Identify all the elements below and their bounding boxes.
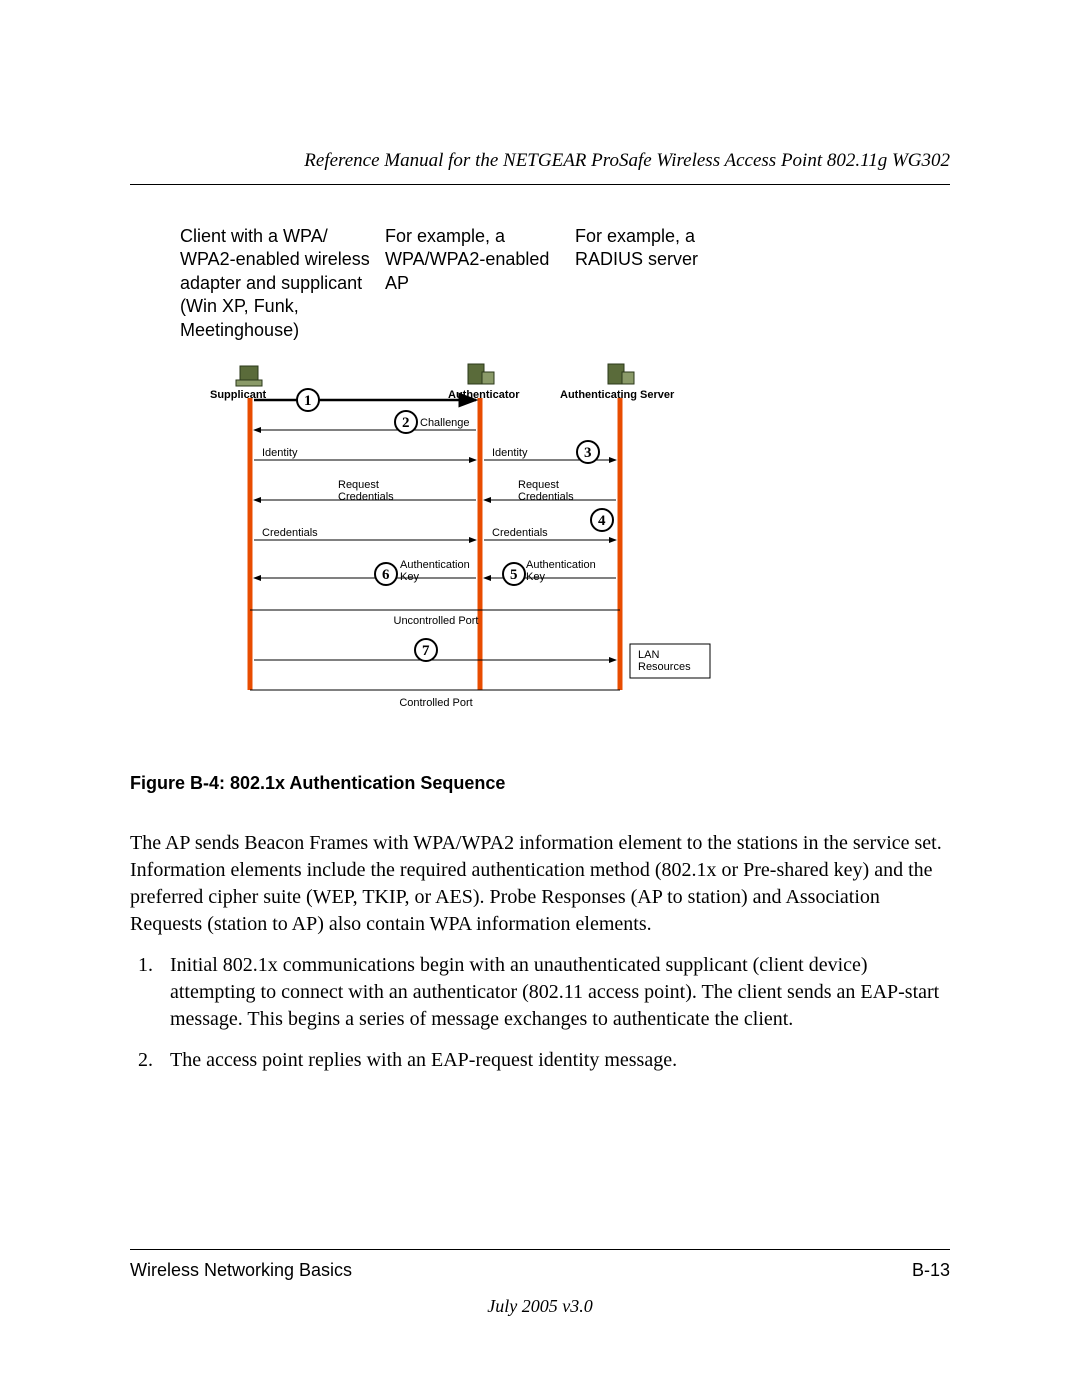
- figure-caption: Figure B-4: 802.1x Authentication Sequen…: [130, 773, 950, 794]
- step-4: 4: [598, 513, 606, 529]
- msg-auth-r: AuthenticationKey: [526, 559, 596, 583]
- label-server: For example, a RADIUS server: [575, 225, 735, 342]
- step-7: 7: [422, 643, 430, 659]
- msg-controlled: Controlled Port: [399, 697, 472, 709]
- msg-identity-r: Identity: [492, 447, 528, 459]
- body-paragraph: The AP sends Beacon Frames with WPA/WPA2…: [130, 830, 950, 938]
- msg-req-l: RequestCredentials: [338, 479, 394, 503]
- auth-server-icon: [608, 364, 634, 384]
- supplicant-icon: [236, 366, 262, 386]
- page-header-title: Reference Manual for the NETGEAR ProSafe…: [130, 150, 950, 185]
- step-3: 3: [584, 445, 592, 461]
- numbered-list: Initial 802.1x communications begin with…: [130, 952, 950, 1074]
- label-ap: For example, a WPA/WPA2-enabled AP: [385, 225, 575, 342]
- footer-section: Wireless Networking Basics: [130, 1260, 352, 1281]
- step-1: 1: [304, 393, 312, 409]
- msg-cred-r: Credentials: [492, 527, 548, 539]
- msg-cred-l: Credentials: [262, 527, 318, 539]
- auth-sequence-diagram: Supplicant Authenticator Authenticating …: [200, 360, 760, 740]
- list-item: Initial 802.1x communications begin with…: [158, 952, 950, 1033]
- step-5: 5: [510, 567, 518, 583]
- msg-auth-l: AuthenticationKey: [400, 559, 470, 583]
- footer-date: July 2005 v3.0: [0, 1296, 1080, 1317]
- label-client: Client with a WPA/ WPA2-enabled wireless…: [180, 225, 385, 342]
- page-footer: Wireless Networking Basics B-13: [130, 1249, 950, 1281]
- diagram-top-labels: Client with a WPA/ WPA2-enabled wireless…: [180, 225, 950, 342]
- msg-req-r: RequestCredentials: [518, 479, 574, 503]
- authenticator-icon: [468, 364, 494, 384]
- footer-page: B-13: [912, 1260, 950, 1281]
- step-2: 2: [402, 415, 410, 431]
- msg-uncontrolled: Uncontrolled Port: [394, 615, 479, 627]
- list-item: The access point replies with an EAP-req…: [158, 1047, 950, 1074]
- node-auth-server: Authenticating Server: [560, 389, 675, 401]
- msg-challenge: Challenge: [420, 417, 470, 429]
- msg-identity-l: Identity: [262, 447, 298, 459]
- step-6: 6: [382, 567, 390, 583]
